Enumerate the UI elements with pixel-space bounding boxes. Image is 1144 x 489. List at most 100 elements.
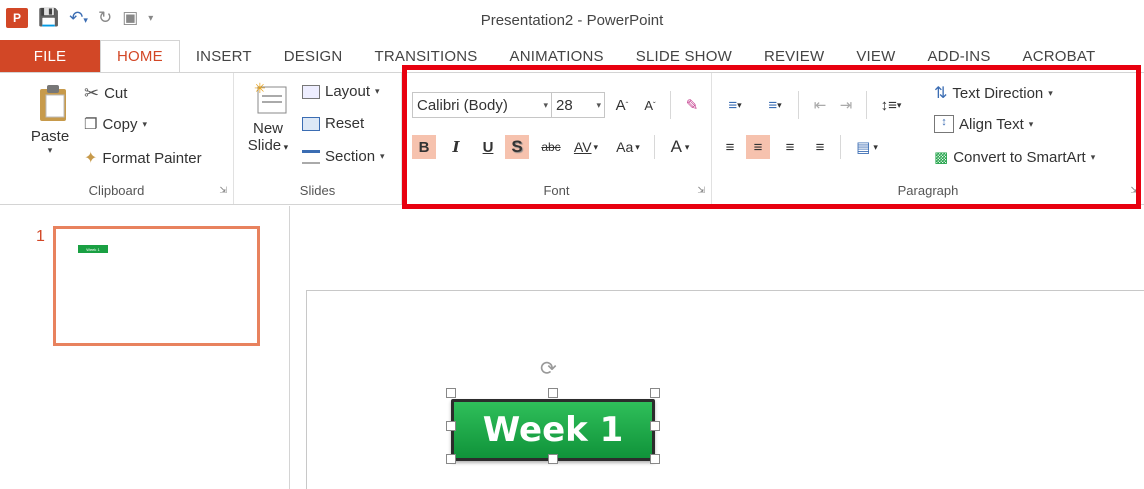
resize-handle-top-left[interactable]	[446, 388, 456, 398]
text-direction-dropdown-icon: ▾	[1048, 87, 1053, 98]
slide-surface[interactable]	[306, 290, 1144, 489]
paste-label: Paste	[30, 128, 70, 145]
font-name-value: Calibri (Body)	[417, 96, 508, 114]
increase-indent-button[interactable]: ⇥	[834, 93, 858, 117]
tab-add-ins[interactable]: ADD-INS	[911, 40, 1006, 72]
grow-font-icon: A	[615, 96, 626, 114]
week-shape[interactable]: Week 1	[451, 399, 655, 461]
layout-label: Layout	[325, 83, 371, 100]
align-text-dropdown-icon: ▾	[1028, 118, 1034, 129]
resize-handle-bottom[interactable]	[548, 454, 558, 464]
title-bar: P 💾 ↶▾ ↻ ▣ ▾ Presentation2 - PowerPoint	[0, 0, 1144, 40]
convert-smartart-button[interactable]: ▩ Convert to SmartArt ▾	[934, 148, 1096, 167]
tab-acrobat[interactable]: ACROBAT	[1007, 40, 1112, 72]
shrink-font-icon: A	[644, 97, 653, 113]
resize-handle-top-right[interactable]	[650, 388, 660, 398]
paintbrush-icon: ✦	[84, 150, 98, 167]
paste-button[interactable]: Paste ▾	[24, 83, 76, 183]
clipboard-group: Paste ▾ ✂ Cut ❐ Copy ▾ ✦ Format Painter …	[0, 73, 234, 204]
resize-handle-bottom-right[interactable]	[650, 454, 660, 464]
new-slide-icon: ✳	[254, 80, 286, 114]
copy-button[interactable]: ❐ Copy ▾	[84, 115, 147, 134]
align-text-button[interactable]: ↕ Align Text ▾	[934, 115, 1033, 133]
clear-formatting-button[interactable]: ✎	[680, 93, 704, 117]
text-direction-icon: ⇅	[934, 85, 948, 102]
tab-animations[interactable]: ANIMATIONS	[494, 40, 620, 72]
change-case-label: Aa	[616, 139, 634, 155]
tab-slide-show[interactable]: SLIDE SHOW	[620, 40, 748, 72]
font-size-select[interactable]: 28 ▾	[551, 92, 605, 118]
case-dropdown-icon: ▾	[635, 141, 640, 152]
font-color-button[interactable]: A ▾	[662, 135, 698, 159]
numbering-button[interactable]: ≡ ▾	[758, 93, 792, 117]
layout-button[interactable]: Layout ▾	[302, 83, 380, 100]
cut-button[interactable]: ✂ Cut	[84, 83, 127, 104]
bold-button[interactable]: B	[412, 135, 436, 159]
slide-editing-canvas: Week 1 ⟳	[291, 206, 1144, 489]
new-slide-label-line2: Slide	[247, 137, 282, 154]
tab-review[interactable]: REVIEW	[748, 40, 840, 72]
copy-dropdown-icon[interactable]: ▾	[142, 119, 147, 130]
tab-insert[interactable]: INSERT	[180, 40, 268, 72]
columns-button[interactable]: ▤ ▾	[848, 135, 886, 159]
section-dropdown-icon: ▾	[380, 151, 385, 161]
justify-button[interactable]: ≡	[808, 135, 832, 159]
align-center-icon: ≡	[753, 138, 763, 156]
shrink-font-button[interactable]: Aˇ	[638, 93, 662, 117]
text-direction-button[interactable]: ⇅ Text Direction ▾	[934, 83, 1053, 103]
resize-handle-top[interactable]	[548, 388, 558, 398]
resize-handle-left[interactable]	[446, 421, 456, 431]
font-launcher-icon[interactable]: ⇲	[697, 185, 705, 196]
copy-label: Copy	[102, 115, 138, 133]
align-right-button[interactable]: ≡	[778, 135, 802, 159]
format-painter-button[interactable]: ✦ Format Painter	[84, 148, 202, 168]
font-group-label: Font	[543, 183, 570, 198]
bullets-button[interactable]: ≡ ▾	[718, 93, 752, 117]
cut-label: Cut	[104, 85, 128, 102]
font-size-dropdown-icon: ▾	[596, 99, 601, 110]
ribbon: Paste ▾ ✂ Cut ❐ Copy ▾ ✦ Format Painter …	[0, 72, 1144, 205]
ribbon-tabs: FILE HOME INSERT DESIGN TRANSITIONS ANIM…	[0, 40, 1144, 73]
font-color-label: A	[670, 137, 682, 156]
tab-design[interactable]: DESIGN	[268, 40, 359, 72]
convert-smartart-label: Convert to SmartArt	[953, 148, 1086, 166]
layout-dropdown-icon: ▾	[375, 86, 380, 96]
tab-transitions[interactable]: TRANSITIONS	[358, 40, 493, 72]
section-button[interactable]: Section ▾	[302, 148, 385, 165]
shadow-label: S	[511, 137, 523, 156]
tab-file[interactable]: FILE	[0, 40, 100, 72]
reset-label: Reset	[325, 115, 365, 132]
character-spacing-label: AV	[573, 139, 592, 155]
align-center-button[interactable]: ≡	[746, 135, 770, 159]
slide-thumbnail[interactable]: Week 1	[53, 226, 260, 346]
line-spacing-button[interactable]: ↕≡ ▾	[874, 93, 908, 117]
align-text-label: Align Text	[959, 115, 1024, 133]
underline-button[interactable]: U	[476, 135, 500, 159]
paste-icon	[40, 85, 66, 121]
shadow-button[interactable]: S	[505, 135, 529, 159]
character-spacing-button[interactable]: AV ▾	[568, 135, 604, 159]
tab-home[interactable]: HOME	[100, 40, 180, 73]
smartart-dropdown-icon: ▾	[1090, 151, 1096, 162]
grow-font-button[interactable]: Aˆ	[610, 93, 634, 117]
svg-text:✳: ✳	[254, 81, 266, 96]
new-slide-button[interactable]: ✳ New Slide ▾	[240, 80, 296, 181]
align-left-button[interactable]: ≡	[718, 135, 742, 159]
resize-handle-right[interactable]	[650, 421, 660, 431]
resize-handle-bottom-left[interactable]	[446, 454, 456, 464]
italic-button[interactable]: I	[444, 135, 468, 159]
decrease-indent-button[interactable]: ⇤	[808, 93, 832, 117]
change-case-button[interactable]: Aa ▾	[610, 135, 646, 159]
rotate-handle-icon[interactable]: ⟳	[540, 356, 557, 381]
clear-formatting-icon: ✎	[685, 97, 699, 114]
week-shape-text[interactable]: Week 1	[451, 399, 655, 461]
new-slide-dropdown-icon[interactable]: ▾	[281, 142, 289, 152]
reset-button[interactable]: Reset	[302, 115, 364, 132]
paste-dropdown-icon[interactable]: ▾	[24, 145, 76, 156]
clipboard-launcher-icon[interactable]: ⇲	[219, 185, 227, 196]
paragraph-launcher-icon[interactable]: ⇲	[1130, 185, 1138, 196]
font-name-select[interactable]: Calibri (Body) ▾	[412, 92, 552, 118]
tab-view[interactable]: VIEW	[840, 40, 911, 72]
strikethrough-button[interactable]: abc	[536, 135, 566, 159]
new-slide-label-line1: New	[252, 120, 283, 137]
